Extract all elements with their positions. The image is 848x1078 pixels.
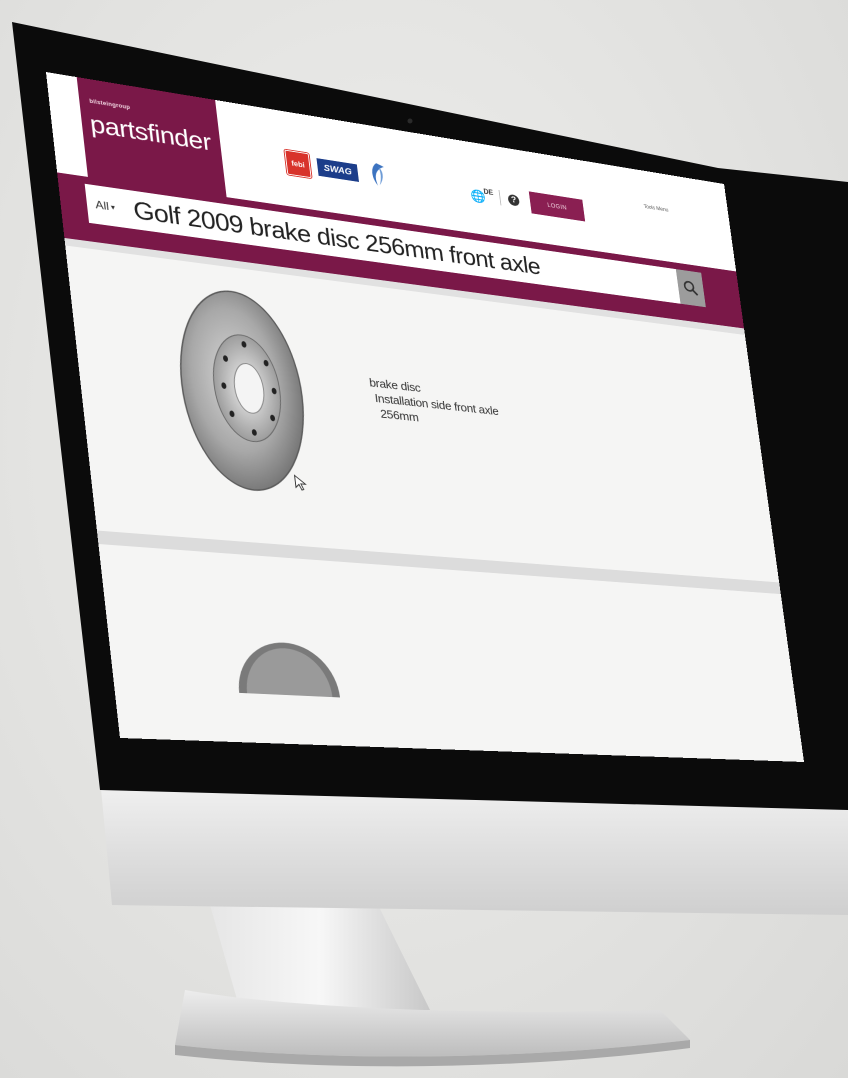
chevron-down-icon: ▾ bbox=[110, 202, 116, 212]
brake-disc-image[interactable] bbox=[230, 636, 343, 698]
bp-brand-logo[interactable] bbox=[367, 161, 388, 188]
question-icon[interactable]: ? bbox=[507, 193, 520, 207]
search-button[interactable] bbox=[675, 269, 706, 308]
result-description: brake disc Installation side front axle … bbox=[368, 375, 501, 434]
magnifier-icon bbox=[683, 280, 699, 297]
brake-disc-image[interactable] bbox=[157, 276, 327, 503]
category-dropdown[interactable]: All ▾ bbox=[84, 183, 127, 228]
febi-brand-logo[interactable]: febi bbox=[284, 149, 312, 179]
swag-brand-logo[interactable]: SWAG bbox=[316, 158, 359, 182]
category-label: All bbox=[94, 197, 110, 213]
scene-background: bilsteingroup partsfinder febi SWAG 🌐 DE… bbox=[0, 0, 848, 1078]
logo-group-text: bilsteingroup bbox=[89, 98, 131, 112]
tools-menu-link[interactable]: Tools Menu bbox=[644, 205, 669, 214]
language-selector[interactable]: DE bbox=[483, 188, 494, 197]
logo-main-text: partsfinder bbox=[88, 109, 213, 156]
login-button[interactable]: LOGIN bbox=[528, 191, 586, 222]
mouse-cursor-icon bbox=[293, 474, 308, 492]
header-divider bbox=[498, 189, 502, 206]
